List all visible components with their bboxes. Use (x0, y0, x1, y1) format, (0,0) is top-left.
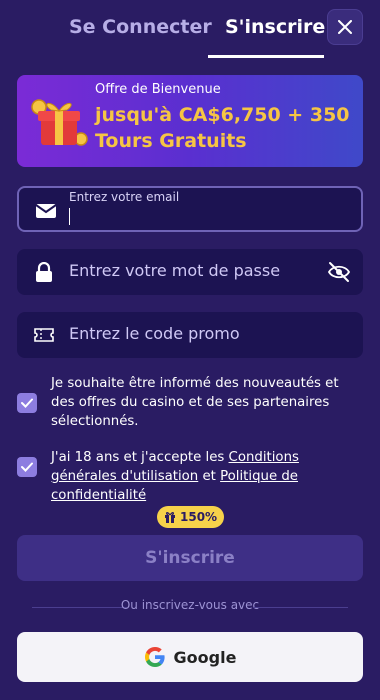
check-icon (21, 462, 33, 472)
gift-icon (31, 99, 88, 146)
divider-text: Ou inscrivez-vous avec (120, 598, 260, 612)
terms-text: J'ai 18 ans et j'accepte les Conditions … (51, 448, 363, 505)
password-placeholder: Entrez votre mot de passe (69, 261, 281, 280)
terms-checkbox[interactable] (17, 457, 37, 477)
active-tab-indicator (208, 55, 324, 58)
tab-signup[interactable]: S'inscrire (225, 16, 325, 38)
divider-line-right (253, 607, 348, 608)
terms-prefix: J'ai 18 ans et j'accepte les (51, 450, 229, 465)
mail-icon (35, 201, 57, 221)
social-divider: Ou inscrivez-vous avec (17, 598, 363, 616)
newsletter-text: Je souhaite être informé des nouveautés … (51, 376, 339, 429)
password-field[interactable]: Entrez votre mot de passe (17, 249, 363, 295)
google-button-label: Google (173, 647, 237, 667)
close-button[interactable] (327, 9, 363, 45)
promo-placeholder: Entrez le code promo (69, 324, 240, 343)
eye-off-icon[interactable] (327, 261, 351, 283)
bonus-badge: 150% (157, 506, 225, 528)
email-label: Entrez votre email (69, 190, 180, 204)
newsletter-checkbox[interactable] (17, 393, 37, 413)
welcome-offer-banner: Offre de Bienvenue jusqu'à CA$6,750 + 35… (17, 75, 363, 167)
close-icon (338, 20, 352, 34)
ticket-icon (33, 325, 55, 345)
google-signup-button[interactable]: Google (17, 632, 363, 682)
lock-icon (33, 262, 55, 282)
tab-login[interactable]: Se Connecter (69, 16, 212, 38)
promo-code-field[interactable]: Entrez le code promo (17, 312, 363, 358)
terms-middle: et (198, 469, 221, 484)
offer-title: Offre de Bienvenue (95, 82, 221, 97)
signup-submit-button[interactable]: S'inscrire (17, 535, 363, 581)
offer-amount: jusqu'à CA$6,750 + 350 Tours Gratuits (95, 104, 350, 152)
gift-icon (165, 512, 175, 523)
check-icon (21, 398, 33, 408)
bonus-badge-label: 150% (180, 510, 218, 524)
text-caret (69, 208, 70, 225)
auth-tabs: Se Connecter S'inscrire (0, 0, 380, 58)
google-icon (144, 647, 165, 667)
email-field[interactable]: Entrez votre email (17, 186, 363, 232)
